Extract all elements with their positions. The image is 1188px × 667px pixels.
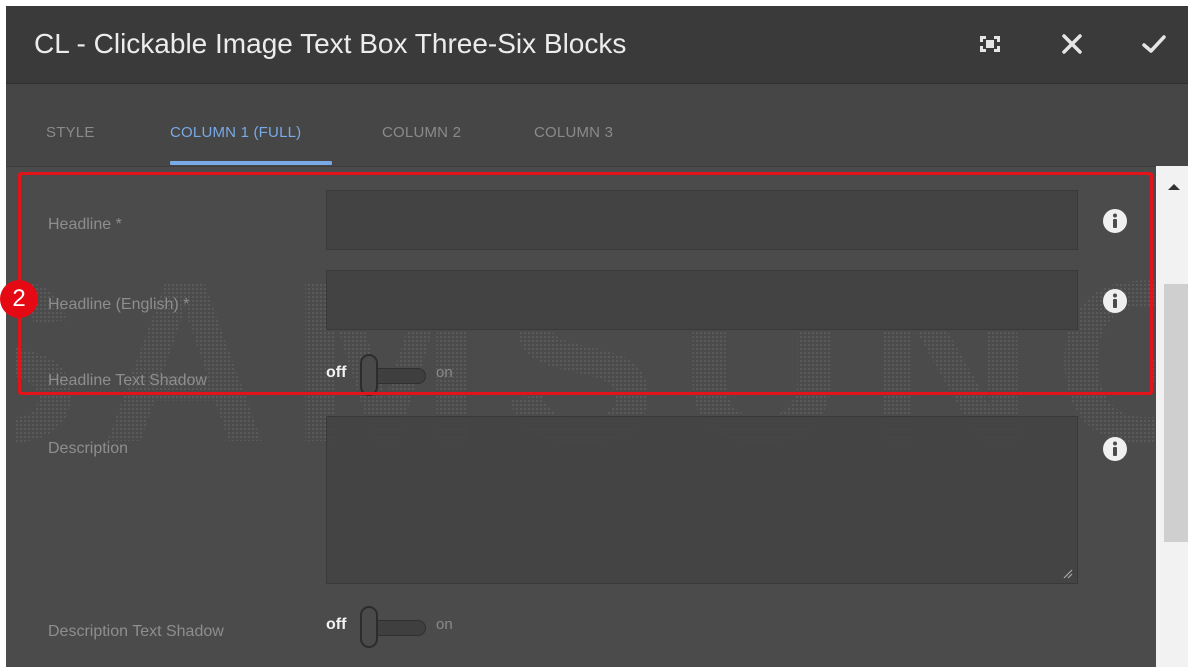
info-icon[interactable] — [1102, 436, 1128, 462]
tab-column-1[interactable]: COLUMN 1 (FULL) — [170, 124, 301, 141]
dialog-title: CL - Clickable Image Text Box Three-Six … — [34, 28, 627, 59]
fullscreen-button[interactable] — [972, 26, 1008, 62]
check-icon — [1142, 35, 1166, 53]
toggle-off-label: off — [326, 616, 347, 633]
description-textarea[interactable] — [326, 416, 1078, 584]
scrollbar-thumb[interactable] — [1164, 284, 1188, 542]
close-button[interactable] — [1054, 26, 1090, 62]
close-icon — [1062, 34, 1082, 54]
toggle-on-label: on — [436, 616, 453, 633]
active-tab-indicator — [170, 161, 332, 165]
description-shadow-label: Description Text Shadow — [48, 623, 224, 640]
confirm-button[interactable] — [1136, 26, 1172, 62]
description-label: Description — [48, 440, 129, 457]
tab-column-2[interactable]: COLUMN 2 — [382, 124, 461, 141]
tab-bar: STYLE COLUMN 1 (FULL) COLUMN 2 COLUMN 3 — [6, 84, 1188, 167]
scroll-up-arrow-icon[interactable] — [1162, 176, 1186, 198]
tab-column-3[interactable]: COLUMN 3 — [534, 124, 613, 141]
resize-handle-icon[interactable] — [1061, 567, 1073, 579]
toggle-knob[interactable] — [360, 606, 378, 648]
description-shadow-toggle[interactable]: off on — [324, 606, 484, 650]
annotation-highlight-box — [18, 172, 1153, 395]
tab-style[interactable]: STYLE — [46, 124, 95, 141]
annotation-badge: 2 — [0, 280, 38, 318]
fullscreen-icon — [980, 36, 1000, 52]
dialog-titlebar: CL - Clickable Image Text Box Three-Six … — [6, 6, 1188, 84]
